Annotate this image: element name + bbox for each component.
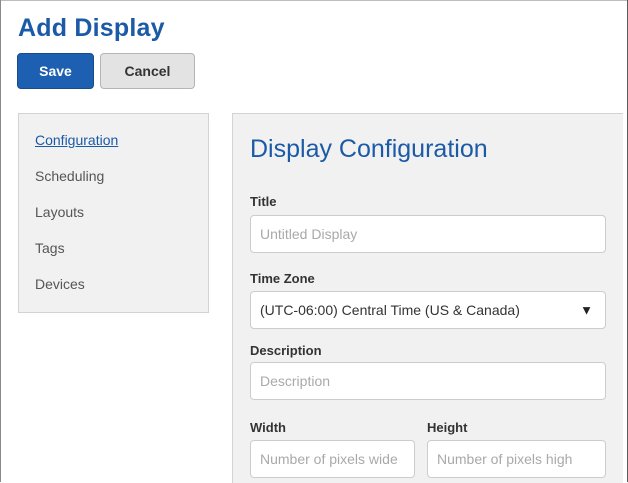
window-left-border	[0, 0, 1, 482]
display-configuration-panel: Display Configuration Title Time Zone (U…	[232, 113, 623, 483]
save-button[interactable]: Save	[17, 53, 94, 89]
height-input[interactable]	[427, 440, 606, 478]
description-input[interactable]	[250, 362, 606, 400]
width-input[interactable]	[250, 440, 415, 478]
section-title: Display Configuration	[250, 135, 488, 163]
sidebar-item-scheduling[interactable]: Scheduling	[35, 168, 104, 184]
sidebar-item-devices[interactable]: Devices	[35, 276, 85, 292]
height-label: Height	[427, 420, 468, 435]
sidebar-nav: Configuration Scheduling Layouts Tags De…	[18, 113, 209, 313]
time-zone-label: Time Zone	[250, 271, 315, 286]
description-label: Description	[250, 343, 322, 358]
page-title: Add Display	[18, 14, 165, 42]
time-zone-select[interactable]: (UTC-06:00) Central Time (US & Canada) ▼	[250, 291, 606, 329]
dropdown-arrow-icon: ▼	[580, 302, 593, 318]
sidebar-item-tags[interactable]: Tags	[35, 240, 65, 256]
title-label: Title	[250, 194, 277, 209]
time-zone-value: (UTC-06:00) Central Time (US & Canada)	[260, 302, 520, 318]
window-top-border	[0, 0, 628, 1]
title-input[interactable]	[250, 215, 606, 253]
sidebar-item-layouts[interactable]: Layouts	[35, 204, 84, 220]
width-label: Width	[250, 420, 286, 435]
sidebar-item-configuration[interactable]: Configuration	[35, 132, 118, 148]
cancel-button[interactable]: Cancel	[100, 53, 195, 89]
